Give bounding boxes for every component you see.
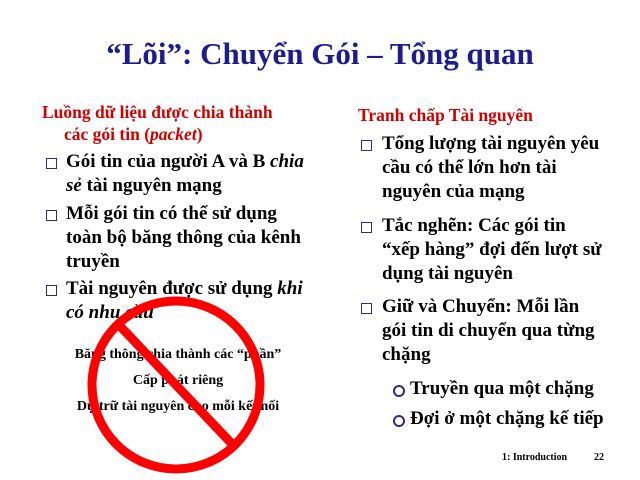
right-subbullet-2: Đợi ở một chặng kế tiếp [410,408,604,429]
circle-bullet-icon [393,385,405,397]
right-bullet-3: Giữ và Chuyển: Mỗi lần gói tin di chuyển… [382,296,595,365]
right-subbullet-1: Truyền qua một chặng [410,378,594,399]
footer-section: 1: Introduction [502,452,568,463]
right-heading: Tranh chấp Tài nguyên [358,105,533,125]
page-number: 22 [594,452,604,463]
square-bullet-icon [361,140,372,151]
square-bullet-icon [361,303,372,314]
right-bullet-1: Tổng lượng tài nguyên yêu cầu có thể lớn… [382,133,600,202]
circle-bullet-icon [393,415,405,427]
square-bullet-icon [361,222,372,233]
right-bullet-2: Tắc nghẽn: Các gói tin “xếp hàng” đợi đế… [382,215,602,284]
